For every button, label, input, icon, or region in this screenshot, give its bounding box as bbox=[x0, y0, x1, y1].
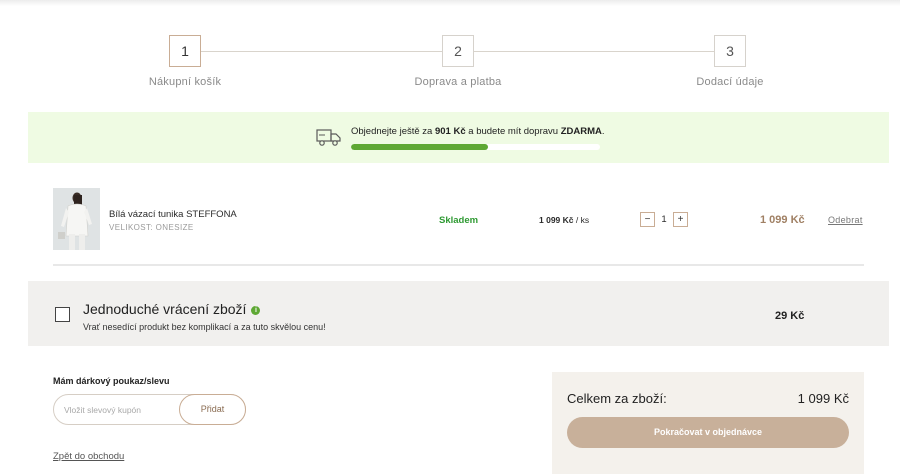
stock-status: Skladem bbox=[439, 215, 479, 226]
cart-item: Bílá vázací tunika STEFFONA VELIKOST: ON… bbox=[53, 188, 864, 266]
progress-fill bbox=[351, 144, 488, 150]
checkout-steps: 1 Nákupní košík 2 Doprava a platba 3 Dod… bbox=[0, 0, 900, 100]
back-to-shop-link[interactable]: Zpět do obchodu bbox=[53, 451, 124, 462]
info-icon[interactable]: i bbox=[251, 306, 261, 315]
order-summary: Celkem za zboží: 1 099 Kč Pokračovat v o… bbox=[552, 372, 864, 474]
continue-order-button[interactable]: Pokračovat v objednávce bbox=[567, 417, 849, 448]
step-label: Nákupní košík bbox=[148, 76, 222, 88]
easy-return-description: Vrať nesedící produkt bez komplikací a z… bbox=[83, 322, 326, 332]
free-shipping-progress bbox=[351, 144, 600, 150]
easy-return-checkbox[interactable] bbox=[55, 307, 70, 322]
truck-icon bbox=[316, 129, 341, 146]
product-name[interactable]: Bílá vázací tunika STEFFONA bbox=[109, 209, 237, 220]
banner-amount: 901 Kč bbox=[434, 126, 466, 137]
banner-free: ZDARMA bbox=[560, 126, 602, 137]
unit-price: 1 099 Kč / ks bbox=[539, 215, 589, 225]
coupon-label: Mám dárkový poukaz/slevu bbox=[53, 376, 170, 386]
quantity-stepper: − 1 + bbox=[640, 212, 688, 227]
step-delivery-details[interactable]: 3 Dodací údaje bbox=[650, 35, 810, 88]
easy-return-title-text: Jednoduché vrácení zboží bbox=[83, 301, 247, 317]
product-photo bbox=[53, 188, 100, 250]
banner-text-middle: a budete mít dopravu bbox=[468, 126, 559, 137]
summary-total: 1 099 Kč bbox=[797, 391, 849, 406]
summary-label: Celkem za zboží: bbox=[567, 391, 667, 406]
unit-price-value: 1 099 Kč bbox=[539, 215, 574, 225]
step-label: Dodací údaje bbox=[696, 76, 764, 88]
free-shipping-text: Objednejte ještě za 901 Kč a budete mít … bbox=[351, 126, 605, 137]
step-label: Doprava a platba bbox=[414, 76, 502, 88]
product-thumbnail[interactable] bbox=[53, 188, 100, 250]
add-coupon-button[interactable]: Přidat bbox=[179, 394, 246, 425]
banner-text-before: Objednejte ještě za bbox=[351, 126, 433, 137]
easy-return-price: 29 Kč bbox=[775, 310, 805, 322]
free-shipping-banner: Objednejte ještě za 901 Kč a budete mít … bbox=[28, 112, 889, 163]
step-shipping-payment[interactable]: 2 Doprava a platba bbox=[378, 35, 538, 88]
step-number: 3 bbox=[714, 35, 746, 67]
step-cart[interactable]: 1 Nákupní košík bbox=[105, 35, 265, 88]
coupon-form: Přidat bbox=[53, 394, 246, 425]
easy-return-offer: Jednoduché vrácení zboží i Vrať nesedící … bbox=[28, 281, 889, 346]
unit-price-suffix: / ks bbox=[575, 215, 590, 225]
coupon-input[interactable] bbox=[64, 402, 174, 418]
product-variant: VELIKOST: ONESIZE bbox=[109, 223, 194, 232]
quantity-value[interactable]: 1 bbox=[655, 212, 673, 227]
easy-return-title: Jednoduché vrácení zboží i bbox=[83, 301, 261, 317]
item-total-price: 1 099 Kč bbox=[760, 214, 805, 226]
step-number: 2 bbox=[442, 35, 474, 67]
quantity-decrease-button[interactable]: − bbox=[640, 212, 655, 227]
remove-item-link[interactable]: Odebrat bbox=[828, 215, 863, 225]
step-number: 1 bbox=[169, 35, 201, 67]
quantity-increase-button[interactable]: + bbox=[673, 212, 688, 227]
banner-text-end: . bbox=[601, 126, 605, 137]
